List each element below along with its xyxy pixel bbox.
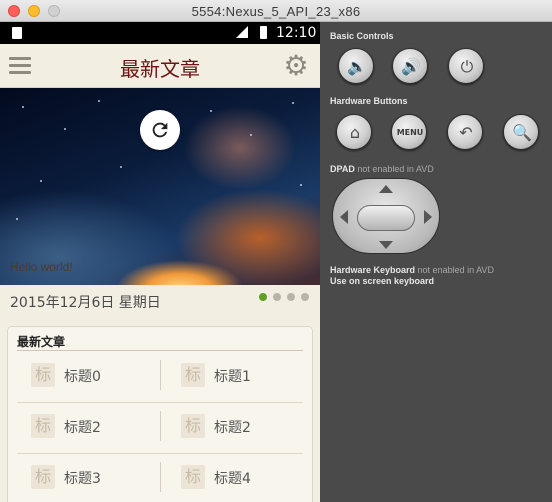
sd-card-icon (12, 27, 22, 39)
article-title: 标题2 (214, 420, 251, 436)
window-titlebar: 5554:Nexus_5_API_23_x86 (0, 0, 552, 22)
dpad-control (332, 178, 440, 254)
home-icon: ⌂ (349, 123, 361, 142)
page-title: 最新文章 (120, 57, 200, 81)
card-title: 最新文章 (17, 335, 66, 349)
article-thumb-icon: 标 (181, 363, 205, 387)
volume-up-button[interactable]: 🔊 (392, 48, 428, 84)
articles-card: 最新文章 标 标题0 标 标题1 标 标题2 标 标题2 标 标题3 标 标题4 (7, 326, 313, 502)
basic-controls-heading: Basic Controls (330, 31, 394, 41)
keyboard-hint: Use on screen keyboard (330, 276, 435, 286)
card-divider (17, 350, 303, 351)
date-row: 2015年12月6日 星期日 (0, 285, 320, 315)
back-icon: ↶ (459, 123, 473, 142)
article-thumb-icon: 标 (31, 465, 55, 489)
article-thumb-icon: 标 (181, 465, 205, 489)
article-title: 标题0 (64, 369, 101, 385)
article-title: 标题4 (214, 471, 251, 487)
menu-button[interactable]: MENU (391, 114, 427, 150)
status-clock: 12:10 (276, 25, 317, 41)
dpad-left-icon (340, 210, 348, 224)
status-bar: 12:10 (0, 22, 320, 44)
back-button[interactable]: ↶ (447, 114, 483, 150)
refresh-button[interactable] (140, 110, 180, 150)
dpad-heading: DPAD not enabled in AVD (330, 164, 434, 174)
article-thumb-icon: 标 (31, 414, 55, 438)
article-thumb-icon: 标 (181, 414, 205, 438)
article-title: 标题3 (64, 471, 101, 487)
article-item[interactable]: 标 标题2 (17, 404, 157, 448)
search-icon: 🔍 (512, 123, 532, 142)
keyboard-heading: Hardware Keyboard not enabled in AVD (330, 265, 494, 275)
dpad-right-icon (424, 210, 432, 224)
dpad-down-icon (379, 241, 393, 249)
refresh-icon (152, 122, 168, 138)
device-screen: 12:10 最新文章 ⚙ Hello world! 2015年12月6日 星期日 (0, 22, 320, 502)
battery-icon (260, 26, 267, 39)
article-item[interactable]: 标 标题1 (167, 353, 307, 397)
volume-up-icon: 🔊 (401, 57, 421, 76)
search-button[interactable]: 🔍 (503, 114, 539, 150)
article-title: 标题1 (214, 369, 251, 385)
column-divider (160, 411, 161, 441)
keyboard-note: not enabled in AVD (417, 265, 494, 275)
dpad-center-button (357, 205, 415, 231)
column-divider (160, 360, 161, 390)
date-text: 2015年12月6日 星期日 (10, 295, 161, 311)
pager-dot-3[interactable] (301, 293, 309, 301)
banner-image[interactable]: Hello world! (0, 88, 320, 285)
pager-dot-2[interactable] (287, 293, 295, 301)
emulator-controls-panel: Basic Controls 🔈 🔊 ⏻ Hardware Buttons ⌂ … (320, 22, 552, 502)
row-divider (17, 453, 303, 454)
power-icon: ⏻ (460, 57, 474, 76)
pager-dot-1[interactable] (273, 293, 281, 301)
app-bar: 最新文章 ⚙ (0, 44, 320, 88)
banner-caption: Hello world! (10, 260, 73, 274)
signal-icon (236, 26, 248, 38)
dpad-note: not enabled in AVD (357, 164, 434, 174)
article-item[interactable]: 标 标题0 (17, 353, 157, 397)
home-button[interactable]: ⌂ (336, 114, 372, 150)
keyboard-title: Hardware Keyboard (330, 265, 416, 275)
hardware-buttons-heading: Hardware Buttons (330, 96, 408, 106)
power-button[interactable]: ⏻ (448, 48, 484, 84)
dpad-up-icon (379, 185, 393, 193)
article-title: 标题2 (64, 420, 101, 436)
row-divider (17, 402, 303, 403)
article-thumb-icon: 标 (31, 363, 55, 387)
column-divider (160, 462, 161, 492)
volume-down-icon: 🔈 (347, 57, 367, 76)
pager-dot-0[interactable] (259, 293, 267, 301)
article-item[interactable]: 标 标题4 (167, 455, 307, 499)
settings-gear-icon[interactable]: ⚙ (282, 52, 310, 80)
menu-label: MENU (396, 128, 424, 137)
article-item[interactable]: 标 标题3 (17, 455, 157, 499)
volume-down-button[interactable]: 🔈 (338, 48, 374, 84)
article-item[interactable]: 标 标题2 (167, 404, 307, 448)
window-title: 5554:Nexus_5_API_23_x86 (191, 4, 361, 19)
dpad-title: DPAD (330, 164, 355, 174)
